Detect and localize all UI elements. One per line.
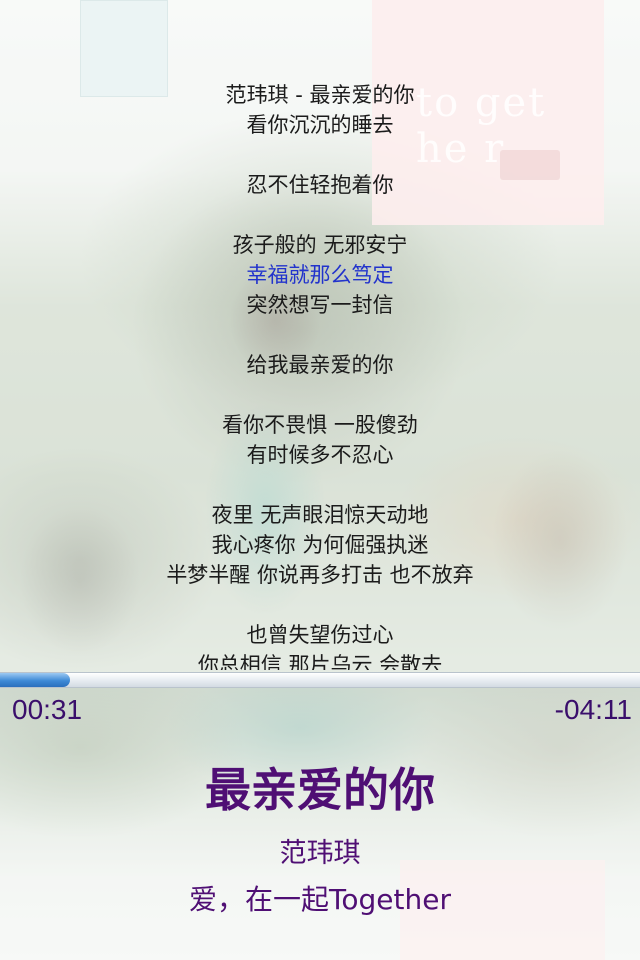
- lyric-line: 看你不畏惧 一股傻劲: [222, 413, 418, 437]
- lyric-line-current: 幸福就那么笃定: [246, 263, 394, 287]
- lyric-line: [0, 140, 640, 170]
- progress-fill: [0, 673, 70, 687]
- lyric-line: 半梦半醒 你说再多打击 也不放弃: [166, 563, 474, 587]
- lyric-line: 范玮琪 - 最亲爱的你: [225, 83, 415, 107]
- lyric-line: 突然想写一封信: [246, 293, 394, 317]
- lyric-line: [0, 590, 640, 620]
- lyric-line: 夜里 无声眼泪惊天动地: [211, 503, 429, 527]
- progress-bar[interactable]: [0, 672, 640, 688]
- lyric-line: [0, 380, 640, 410]
- lyric-line: [0, 470, 640, 500]
- lyrics-view[interactable]: 范玮琪 - 最亲爱的你 看你沉沉的睡去 忍不住轻抱着你 孩子般的 无邪安宁 幸福就那么笃…: [0, 80, 640, 670]
- lyric-line: 孩子般的 无邪安宁: [232, 233, 408, 257]
- lyric-line: 有时候多不忍心: [246, 443, 394, 467]
- time-remaining: -04:11: [554, 694, 632, 725]
- lyric-line: 看你沉沉的睡去: [246, 113, 394, 137]
- lyric-line: 忍不住轻抱着你: [246, 173, 394, 197]
- lyric-line: [0, 200, 640, 230]
- song-title: 最亲爱的你: [205, 763, 435, 817]
- lyric-line: 也曾失望伤过心: [246, 623, 394, 647]
- time-elapsed: 00:31: [12, 694, 83, 725]
- artist-name: 范玮琪: [279, 838, 361, 869]
- lyric-line: 我心疼你 为何倔强执迷: [211, 533, 429, 557]
- album-name: 爱，在一起Together: [189, 883, 451, 916]
- lyric-line: 给我最亲爱的你: [246, 353, 394, 377]
- lyric-line: 你总相信 那片乌云 会散去: [197, 653, 443, 670]
- lyric-line: [0, 320, 640, 350]
